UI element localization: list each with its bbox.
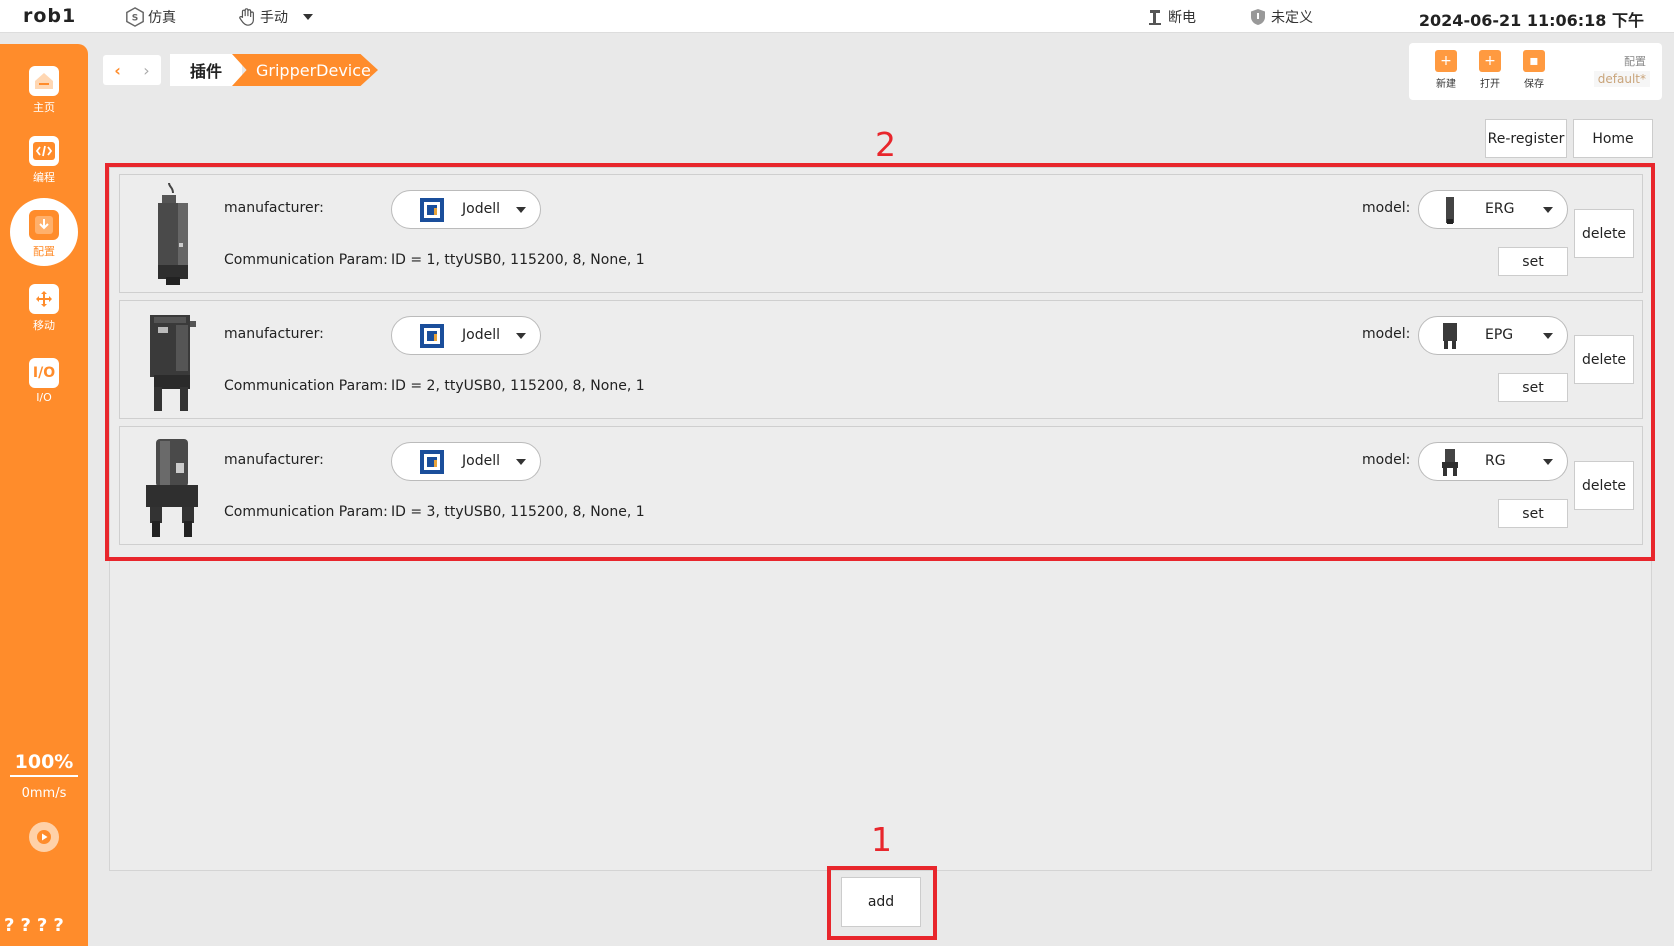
new-file-icon: +	[1435, 50, 1457, 72]
manual-label: 手动	[260, 10, 288, 26]
file-panel: + 新建 + 打开 ▪ 保存 配置 default*	[1409, 43, 1662, 100]
new-button[interactable]: + 新建	[1428, 50, 1464, 90]
sidebar-item-io[interactable]: I/O I/O	[0, 358, 88, 404]
sidebar-item-label: 主页	[33, 101, 55, 114]
history-nav: ‹ ›	[103, 55, 161, 85]
simulation-mode[interactable]: S 仿真	[125, 7, 176, 27]
back-button[interactable]: ‹	[103, 55, 132, 85]
hand-icon	[237, 7, 257, 27]
sidebar-item-label: 配置	[33, 245, 55, 258]
simulation-icon: S	[125, 7, 145, 27]
breadcrumb-gripper-device[interactable]: GripperDevice	[232, 54, 378, 86]
datetime: 2024-06-21 11:06:18 下午	[1418, 11, 1644, 30]
config-icon	[29, 210, 59, 240]
chevron-down-icon	[303, 14, 313, 20]
simulation-label: 仿真	[148, 10, 176, 26]
sidebar-item-programming[interactable]: 编程	[0, 136, 88, 185]
speed-value: 0mm/s	[21, 786, 67, 801]
power-status[interactable]: 断电	[1145, 7, 1196, 27]
breadcrumb-plugins[interactable]: 插件	[170, 54, 242, 86]
safety-status[interactable]: 未定义	[1248, 7, 1313, 27]
power-label: 断电	[1168, 10, 1196, 26]
safety-label: 未定义	[1271, 10, 1313, 26]
sidebar-item-move[interactable]: 移动	[0, 284, 88, 333]
manual-mode-dropdown[interactable]: 手动	[237, 7, 313, 27]
sidebar-item-label: 移动	[33, 319, 55, 332]
play-icon	[37, 830, 51, 844]
code-icon	[29, 136, 59, 166]
shield-icon	[1248, 7, 1268, 27]
reregister-button[interactable]: Re-register	[1485, 119, 1567, 158]
sidebar-item-label: I/O	[36, 391, 52, 404]
robot-name: rob1	[23, 5, 77, 27]
io-icon: I/O	[29, 358, 59, 388]
top-bar: rob1 S 仿真 手动 断电 未定义 2024-06-21 11:06:18 …	[0, 0, 1674, 33]
home-icon	[29, 66, 59, 96]
svg-text:S: S	[132, 14, 139, 24]
config-value[interactable]: default*	[1593, 71, 1650, 87]
new-label: 新建	[1436, 79, 1456, 90]
annotation-box-2	[105, 163, 1655, 561]
annotation-label-2: 2	[875, 125, 896, 164]
play-button[interactable]	[29, 822, 59, 852]
save-button[interactable]: ▪ 保存	[1516, 50, 1552, 90]
sidebar: 主页 编程 配置 移动 I/O I/O	[0, 44, 88, 946]
chevron-right-icon: ›	[143, 60, 150, 80]
annotation-label-1: 1	[871, 820, 892, 859]
sidebar-item-config[interactable]: 配置	[0, 198, 88, 266]
save-icon: ▪	[1523, 50, 1545, 72]
open-label: 打开	[1480, 79, 1500, 90]
forward-button[interactable]: ›	[132, 55, 161, 85]
open-button[interactable]: + 打开	[1472, 50, 1508, 90]
sidebar-item-home[interactable]: 主页	[0, 66, 88, 115]
home-button[interactable]: Home	[1573, 119, 1653, 158]
move-icon	[29, 284, 59, 314]
folder-icon: +	[1479, 50, 1501, 72]
save-label: 保存	[1524, 79, 1544, 90]
robot-arm-icon	[1145, 7, 1165, 27]
add-button[interactable]: add	[841, 877, 921, 927]
speed-percent[interactable]: 100%	[10, 751, 78, 777]
bottom-status-text: ????	[4, 915, 70, 936]
chevron-left-icon: ‹	[114, 60, 121, 80]
config-label: 配置	[1624, 55, 1646, 68]
sidebar-item-label: 编程	[33, 171, 55, 184]
